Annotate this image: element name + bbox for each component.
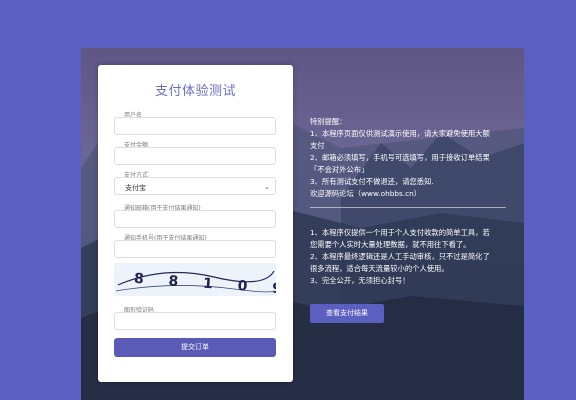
payment-method-value: 支付宝: [125, 184, 146, 192]
notice-text: 特别提醒： 1、本程序页面仅供测试演示使用，请大家避免使用大额 支付 2、邮箱必…: [310, 116, 510, 200]
captcha-image[interactable]: 8 8 1 0 9 8: [114, 263, 276, 296]
info-line: 您需要个人实时大量处理数据，就不用往下看了。: [310, 240, 471, 249]
notice-line: 特别提醒：: [310, 117, 347, 126]
notice-line: 3、所有测试支付不做退还，请您悉知.: [310, 177, 434, 186]
chevron-down-icon: ⌄: [264, 183, 270, 191]
notice-line: 欢迎源码论坛（www.ohbbs.cn）: [310, 189, 422, 198]
email-input[interactable]: [114, 210, 276, 228]
info-line: 2、本程序最终逻辑还是人工手动审核，只不过是简化了: [310, 252, 490, 261]
info-line: 1、本程序仅提供一个用于个人支付收款的简单工具，若: [310, 228, 490, 237]
view-payment-result-button[interactable]: 查看支付结果: [310, 304, 384, 323]
section-divider: [310, 207, 506, 208]
captcha-graphic: 8 8 1 0 9 8: [115, 270, 276, 296]
notice-line: 1、本程序页面仅供测试演示使用，请大家避免使用大额: [310, 129, 490, 138]
notice-line: 「不会对外公布」: [310, 165, 369, 174]
payment-method-select[interactable]: 支付宝 ⌄: [114, 177, 276, 195]
notice-line: 2、邮箱必须填写，手机号可选填写，用于接收订单结果: [310, 153, 490, 162]
form-title: 支付体验测试: [154, 84, 236, 99]
amount-input[interactable]: [114, 147, 276, 165]
info-line: 很多流程，适合每天流量较小的个人使用。: [310, 264, 449, 273]
username-input[interactable]: [114, 117, 276, 135]
info-line: 3、完全公开，无须担心封号！: [310, 276, 410, 285]
captcha-input[interactable]: [114, 312, 276, 330]
info-text: 1、本程序仅提供一个用于个人支付收款的简单工具，若 您需要个人实时大量处理数据，…: [310, 227, 510, 287]
payment-form-card: 支付体验测试 用户名 支付金额 支付方式 支付宝 ⌄ 通知邮箱(用于支付结果通知…: [98, 65, 293, 382]
notice-line: 支付: [310, 141, 325, 150]
phone-input[interactable]: [114, 240, 276, 258]
submit-order-button[interactable]: 提交订单: [114, 338, 276, 357]
